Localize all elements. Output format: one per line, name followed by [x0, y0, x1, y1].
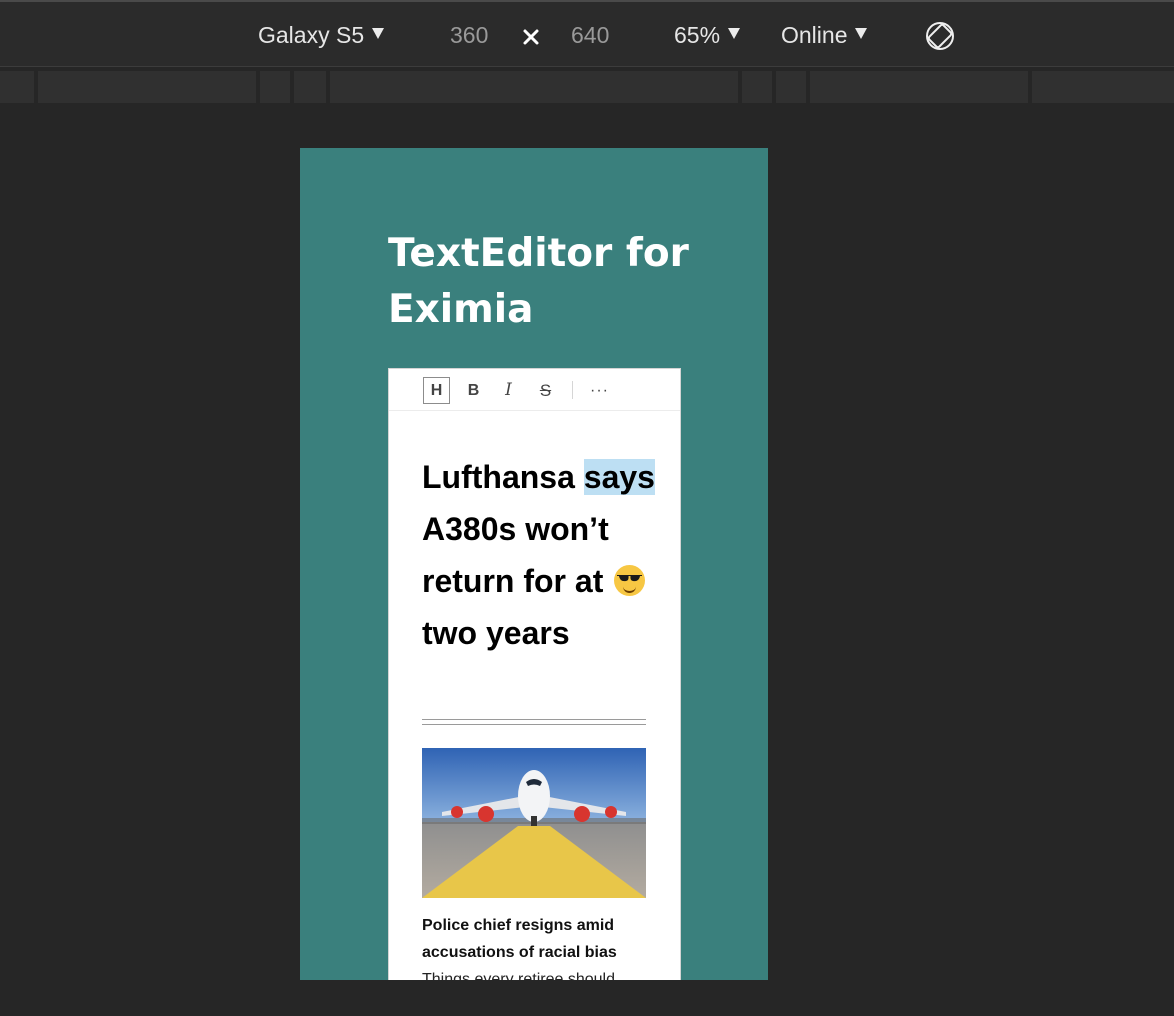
selected-text: says	[583, 459, 655, 495]
page-title: TextEditor for Eximia	[388, 231, 689, 332]
dropdown-arrow-icon	[372, 28, 385, 39]
media-query-segment[interactable]	[742, 71, 772, 103]
bold-button[interactable]: B	[460, 377, 487, 404]
strikethrough-button[interactable]: S	[532, 377, 559, 404]
media-query-segment[interactable]	[1032, 71, 1174, 103]
format-toolbar: H B I S ···	[389, 369, 680, 411]
zoom-select-label: 65%	[674, 22, 721, 48]
toolbar-divider	[572, 381, 573, 399]
article-headline[interactable]: Lufthansa says A380s won’t return for at…	[422, 451, 672, 659]
media-query-segment[interactable]	[776, 71, 806, 103]
dropdown-arrow-icon	[728, 28, 741, 39]
sunglasses-emoji-icon	[614, 565, 646, 596]
headline-text: A380s won’t return for at	[422, 511, 609, 599]
media-query-segment[interactable]	[294, 71, 326, 103]
throttle-select[interactable]: Online	[781, 20, 868, 50]
device-select[interactable]: Galaxy S5	[258, 20, 385, 50]
media-query-segment[interactable]	[38, 71, 256, 103]
media-query-segment[interactable]	[330, 71, 738, 103]
media-query-segment[interactable]	[260, 71, 290, 103]
article-snippet[interactable]: Things every retiree should	[422, 966, 672, 980]
zoom-select[interactable]: 65%	[674, 20, 741, 50]
article-caption[interactable]: Police chief resigns amid accusations of…	[422, 912, 672, 966]
throttle-select-label: Online	[781, 22, 848, 48]
headline-text: two years	[422, 615, 570, 651]
dropdown-arrow-icon	[855, 28, 868, 39]
device-select-label: Galaxy S5	[258, 22, 365, 48]
times-icon	[523, 29, 539, 45]
media-query-bar	[0, 71, 1174, 103]
media-query-segment[interactable]	[0, 71, 34, 103]
italic-button[interactable]: I	[495, 377, 522, 404]
device-toolbar: Galaxy S5 360 640 65% Online	[0, 2, 1174, 67]
airplane-photo[interactable]	[422, 748, 646, 898]
text-editor[interactable]: H B I S ··· Lufthansa says A380s won’t r…	[388, 368, 681, 980]
headline-text: Lufthansa	[422, 459, 575, 495]
horizontal-rule	[422, 719, 646, 725]
width-input[interactable]: 360	[450, 20, 488, 50]
more-options-button[interactable]: ···	[586, 377, 613, 404]
device-viewport: TextEditor for Eximia H B I S ··· Luftha…	[300, 148, 768, 980]
media-query-segment[interactable]	[810, 71, 1028, 103]
rotate-icon[interactable]	[923, 19, 957, 53]
height-input[interactable]: 640	[571, 20, 609, 50]
heading-button[interactable]: H	[423, 377, 450, 404]
